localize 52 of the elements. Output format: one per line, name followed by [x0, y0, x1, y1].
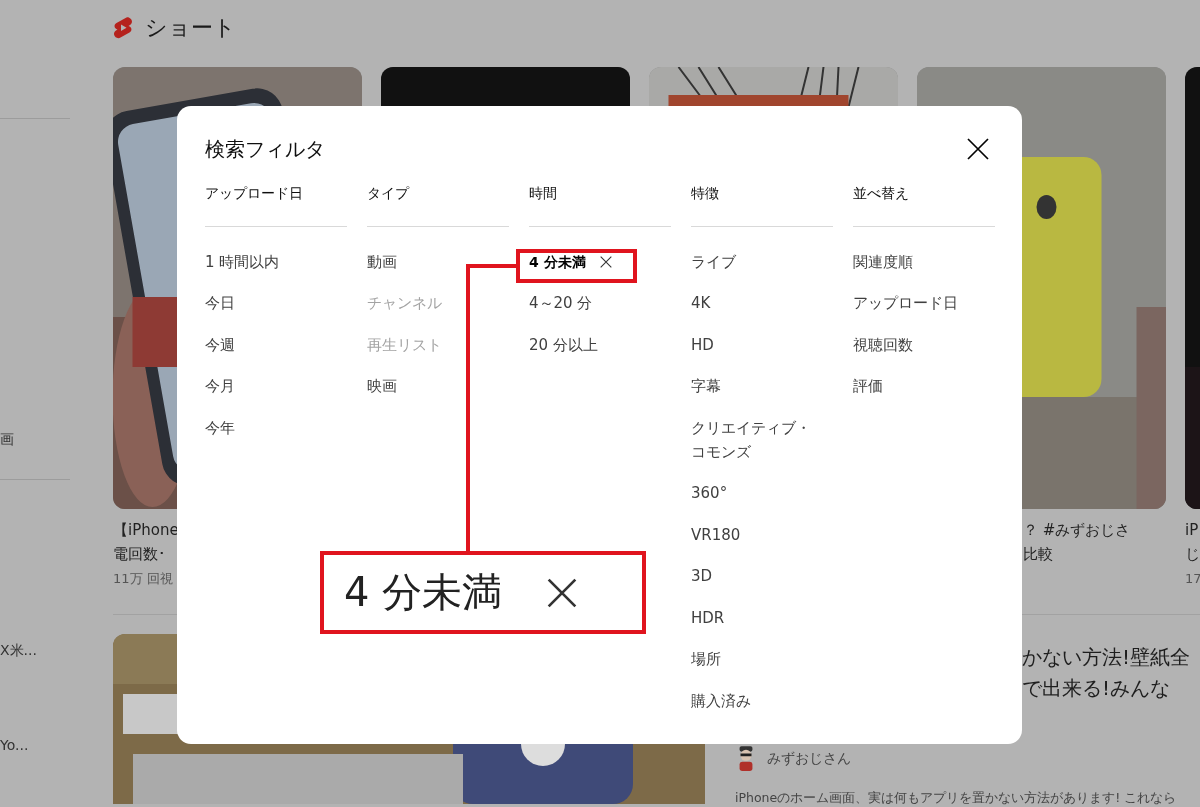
callout-text: 4 分未満 — [344, 568, 503, 617]
column-heading: 特徴 — [691, 180, 833, 227]
filter-option: チャンネル — [367, 282, 442, 324]
view-count: 11万 回視 — [113, 570, 173, 589]
filter-option[interactable]: 360° — [691, 472, 728, 514]
sidebar-item[interactable]: Yo... — [0, 735, 29, 755]
view-count: 17 — [1185, 570, 1200, 589]
filter-option[interactable]: 場所 — [691, 638, 721, 680]
video-title[interactable]: 【iPhone — [113, 518, 179, 543]
filter-option[interactable]: 4K — [691, 282, 711, 324]
video-description: iPhoneのホーム画面、実は何もアプリを置かない方法があります! これなら — [735, 790, 1177, 807]
filter-option[interactable]: VR180 — [691, 514, 741, 556]
column-heading: アップロード日 — [205, 180, 347, 227]
sidebar-item[interactable]: X米... — [0, 640, 37, 660]
filter-option[interactable]: 今日 — [205, 282, 235, 324]
filter-option[interactable]: 視聴回数 — [853, 324, 913, 366]
filter-option[interactable]: 動画 — [367, 241, 397, 283]
filter-option[interactable]: 3D — [691, 555, 713, 597]
filter-option[interactable]: 字幕 — [691, 365, 721, 407]
filter-option[interactable]: 今月 — [205, 365, 235, 407]
column-heading: 並べ替え — [853, 180, 995, 227]
filter-option[interactable]: 20 分以上 — [529, 324, 598, 366]
filter-option[interactable]: 4～20 分 — [529, 282, 593, 324]
video-title[interactable]: じ — [1185, 542, 1200, 567]
filter-option[interactable]: 評価 — [853, 365, 883, 407]
video-title[interactable]: 比較 — [1023, 542, 1053, 567]
shorts-logo-icon — [113, 15, 133, 40]
filter-option[interactable]: 4 分未満 — [529, 249, 586, 274]
close-button[interactable] — [966, 136, 992, 162]
dialog-title: 検索フィルタ — [205, 135, 325, 163]
filter-option[interactable]: 映画 — [367, 365, 397, 407]
filter-option[interactable]: ライブ — [691, 241, 736, 283]
filter-option[interactable]: 今週 — [205, 324, 235, 366]
filter-option[interactable]: クリエイティブ・コモンズ — [691, 407, 817, 473]
filter-option[interactable]: 今年 — [205, 407, 235, 449]
channel-name[interactable]: みずおじさん — [767, 750, 851, 768]
video-title[interactable]: かない方法!壁紙全 — [1022, 642, 1191, 673]
filter-option[interactable]: HDR — [691, 597, 725, 639]
filter-option[interactable]: 1 時間以内 — [205, 241, 280, 283]
column-heading: 時間 — [529, 180, 671, 227]
sidebar-item[interactable]: 画 — [0, 429, 14, 449]
video-title[interactable]: 電回数･ — [113, 542, 166, 567]
filter-option[interactable]: アップロード日 — [853, 282, 958, 324]
filter-option[interactable]: HD — [691, 324, 714, 366]
filter-option[interactable]: 購入済み — [691, 680, 751, 722]
section-title: ショート — [145, 13, 236, 42]
filter-option[interactable]: 関連度順 — [853, 241, 913, 283]
video-title[interactable]: で出来る!みんな — [1022, 673, 1171, 704]
filter-option: 再生リスト — [367, 324, 442, 366]
video-title[interactable]: ？ #みずおじさ — [1023, 518, 1131, 543]
video-title[interactable]: iP — [1185, 518, 1199, 543]
column-heading: タイプ — [367, 180, 509, 227]
